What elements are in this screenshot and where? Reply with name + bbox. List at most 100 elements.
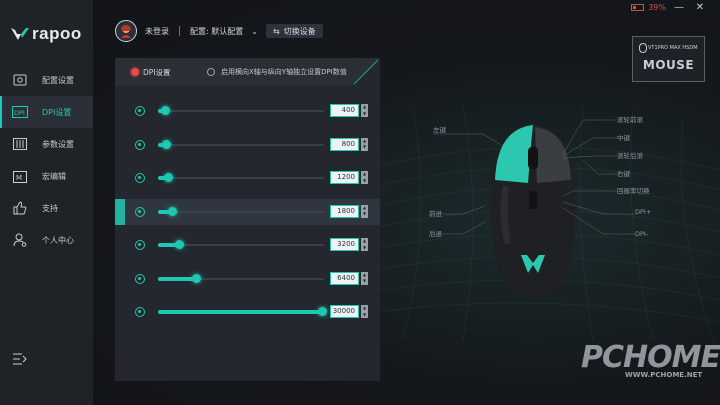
tab-xy-independent[interactable]: 启用横向X轴与纵向Y轴独立设置DPI数值 [207,67,347,77]
stepper-down-icon[interactable]: ▼ [363,111,366,116]
svg-text:M: M [16,174,22,182]
sidebar-item-label: 参数设置 [42,139,74,149]
dpi-row[interactable]: 6400 ▲ ▼ [115,266,380,292]
stepper-up-icon[interactable]: ▲ [363,306,366,310]
login-status[interactable]: 未登录 [145,26,169,37]
dpi-value-input[interactable]: 400 [330,104,359,117]
rapoo-logo-icon [11,28,29,40]
dpi-level-radio[interactable] [135,173,145,183]
stepper-up-icon[interactable]: ▲ [363,172,366,176]
dpi-slider-knob[interactable] [168,206,177,216]
dpi-level-radio[interactable] [135,273,145,284]
dpi-slider[interactable] [158,139,324,149]
dpi-level-radio[interactable] [135,240,145,250]
minimize-button[interactable]: — [674,2,684,13]
dpi-slider[interactable] [158,206,324,216]
dpi-value-input[interactable]: 30000 [330,305,359,318]
switch-device-label: 切换设备 [283,26,316,36]
sidebar-item-params[interactable]: 参数设置 [0,128,93,160]
dpi-value-input[interactable]: 6400 [330,271,359,285]
stepper-up-icon[interactable]: ▲ [363,205,366,210]
dpi-slider[interactable] [158,307,327,316]
dpi-row[interactable]: 3200 ▲ ▼ [115,232,380,258]
dpi-value-input[interactable]: 1200 [330,171,359,184]
dpi-icon: DPI [12,104,28,120]
stepper-up-icon[interactable]: ▲ [363,105,366,109]
dpi-stepper[interactable]: ▲ ▼ [361,305,368,318]
config-selector[interactable]: 配置: 默认配置 [190,26,243,37]
stepper-down-icon[interactable]: ▼ [363,178,366,183]
dpi-value-input[interactable]: 1800 [330,204,359,218]
dpi-stepper[interactable]: ▲ ▼ [361,238,368,251]
close-button[interactable]: ✕ [696,2,704,13]
sliders-icon [12,136,28,152]
dpi-level-radio[interactable] [135,307,145,317]
stepper-up-icon[interactable]: ▲ [363,138,366,143]
mouse-small-icon [639,43,647,53]
tab-dpi-settings[interactable]: DPI设置 [115,67,203,78]
stepper-down-icon[interactable]: ▼ [363,145,366,149]
thumbs-up-icon [12,200,28,216]
stepper-down-icon[interactable]: ▼ [363,279,366,283]
sidebar-nav: 配置设置 DPI DPI设置 参数设置 M 宏编辑 支持 个人中心 [0,64,93,256]
avatar-icon [121,25,131,38]
tab-xy-label: 启用横向X轴与纵向Y轴独立设置DPI数值 [221,68,347,76]
device-type: MOUSE [642,58,695,72]
dpi-stepper[interactable]: ▲ ▼ [361,171,368,184]
dpi-slider-knob[interactable] [164,173,173,182]
dpi-slider-knob[interactable] [161,106,170,115]
battery-level: 39% [648,3,666,12]
dpi-stepper[interactable]: ▲ ▼ [361,104,368,117]
dpi-slider-knob[interactable] [192,273,201,283]
dpi-level-radio[interactable] [135,106,145,116]
stepper-down-icon[interactable]: ▼ [363,245,366,250]
collapse-menu-icon[interactable] [12,352,28,366]
sidebar-item-dpi[interactable]: DPI DPI设置 [0,96,93,128]
device-model-card[interactable]: VT1PRO MAX HSDM MOUSE [632,36,705,82]
dpi-level-radio[interactable] [135,139,145,150]
avatar[interactable] [115,20,137,42]
sidebar-item-macro[interactable]: M 宏编辑 [0,160,93,192]
dpi-slider-knob[interactable] [175,240,184,249]
user-gear-icon [12,232,28,248]
sidebar-item-label: 配置设置 [42,75,74,85]
dpi-slider-knob[interactable] [162,139,171,149]
stepper-down-icon[interactable]: ▼ [363,312,366,317]
battery-icon [631,4,645,11]
dpi-panel-tabs: DPI设置 启用横向X轴与纵向Y轴独立设置DPI数值 [115,58,380,86]
dpi-row[interactable]: 30000 ▲ ▼ [115,299,380,325]
dpi-stepper[interactable]: ▲ ▼ [361,271,368,285]
dpi-row[interactable]: 800 ▲ ▼ [115,132,380,158]
dpi-stepper[interactable]: ▲ ▼ [361,137,368,151]
sidebar-item-profile[interactable]: 个人中心 [0,224,93,256]
dpi-level-radio[interactable] [135,206,145,217]
dpi-slider-fill [158,310,322,314]
battery-indicator: 39% [631,3,666,12]
dpi-row[interactable]: 1200 ▲ ▼ [115,165,380,191]
dpi-slider-knob[interactable] [318,307,327,316]
dpi-slider[interactable] [158,273,324,283]
title-bar: 39% — ✕ [93,0,720,16]
dpi-value-input[interactable]: 800 [330,137,359,151]
sidebar-item-config[interactable]: 配置设置 [0,64,93,96]
watermark: PCHOME WWW.PCHOME.NET [581,340,720,379]
watermark-logo: PCHOME [581,340,720,375]
dpi-value-input[interactable]: 3200 [330,238,359,251]
swap-icon: ⇆ [272,26,280,36]
chevron-down-icon[interactable]: ⌄ [251,27,258,36]
sidebar-item-support[interactable]: 支持 [0,192,93,224]
sidebar-item-label: 支持 [42,203,58,213]
sidebar-item-label: 个人中心 [42,235,74,245]
sidebar-item-label: 宏编辑 [42,171,66,181]
dpi-slider[interactable] [158,240,324,249]
dpi-stepper[interactable]: ▲ ▼ [361,204,368,218]
stepper-down-icon[interactable]: ▼ [363,212,366,216]
dpi-slider[interactable] [158,106,324,115]
dpi-slider[interactable] [158,173,324,182]
switch-device-button[interactable]: ⇆ 切换设备 [265,24,323,38]
xy-tab-radio [207,68,215,76]
dpi-row[interactable]: 1800 ▲ ▼ [115,198,380,225]
stepper-up-icon[interactable]: ▲ [363,239,366,243]
dpi-row[interactable]: 400 ▲ ▼ [115,98,380,124]
stepper-up-icon[interactable]: ▲ [363,272,366,277]
